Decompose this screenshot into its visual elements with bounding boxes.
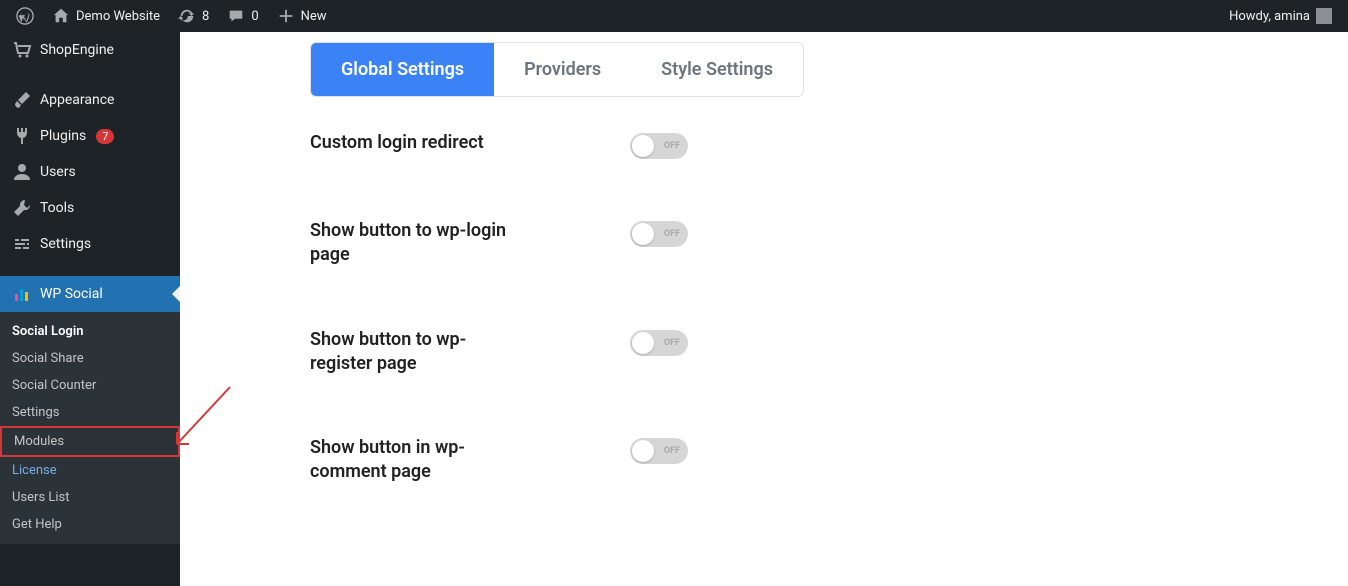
sidebar-item-appearance[interactable]: Appearance bbox=[0, 82, 180, 118]
comment-icon bbox=[227, 7, 245, 25]
submenu-license[interactable]: License bbox=[0, 457, 180, 484]
comments-link[interactable]: 0 bbox=[219, 0, 266, 32]
sidebar-item-tools[interactable]: Tools bbox=[0, 190, 180, 226]
submenu-get-help[interactable]: Get Help bbox=[0, 511, 180, 538]
sidebar-item-users[interactable]: Users bbox=[0, 154, 180, 190]
wordpress-icon bbox=[16, 7, 34, 25]
submenu-users-list[interactable]: Users List bbox=[0, 484, 180, 511]
setting-label: Show button to wp-login page bbox=[310, 219, 510, 268]
plugins-badge: 7 bbox=[96, 129, 114, 144]
toggle-state: OFF bbox=[664, 141, 680, 151]
avatar bbox=[1316, 8, 1332, 24]
sidebar-item-label: Plugins bbox=[40, 128, 86, 144]
new-link[interactable]: New bbox=[269, 0, 335, 32]
toggle-knob bbox=[632, 440, 654, 462]
sidebar-item-wpsocial[interactable]: WP Social bbox=[0, 276, 180, 312]
toggle-wp-register[interactable]: OFF bbox=[630, 330, 688, 356]
sidebar-item-label: Appearance bbox=[40, 92, 114, 108]
sidebar-item-plugins[interactable]: Plugins 7 bbox=[0, 118, 180, 154]
refresh-icon bbox=[178, 7, 196, 25]
content-area: Global Settings Providers Style Settings… bbox=[180, 32, 1348, 586]
toggle-state: OFF bbox=[664, 229, 680, 239]
setting-custom-login-redirect: Custom login redirect OFF bbox=[310, 97, 1348, 159]
site-title: Demo Website bbox=[76, 9, 160, 24]
sliders-icon bbox=[12, 234, 32, 254]
site-link[interactable]: Demo Website bbox=[44, 0, 168, 32]
toggle-state: OFF bbox=[664, 338, 680, 348]
tab-style-settings[interactable]: Style Settings bbox=[631, 43, 803, 96]
toggle-custom-login-redirect[interactable]: OFF bbox=[630, 133, 688, 159]
submenu-settings[interactable]: Settings bbox=[0, 399, 180, 426]
chart-icon bbox=[12, 284, 32, 304]
toggle-knob bbox=[632, 223, 654, 245]
sidebar-item-label: WP Social bbox=[40, 286, 103, 302]
sidebar-item-settings[interactable]: Settings bbox=[0, 226, 180, 262]
user-menu[interactable]: Howdy, amina bbox=[1221, 0, 1340, 32]
wp-logo[interactable] bbox=[8, 0, 42, 32]
sidebar-item-label: Tools bbox=[40, 200, 74, 216]
submenu-modules[interactable]: Modules bbox=[0, 426, 180, 457]
brush-icon bbox=[12, 90, 32, 110]
submenu-social-share[interactable]: Social Share bbox=[0, 345, 180, 372]
setting-wp-login: Show button to wp-login page OFF bbox=[310, 159, 1348, 268]
setting-label: Show button in wp-comment page bbox=[310, 436, 510, 485]
sidebar-item-label: Settings bbox=[40, 236, 91, 252]
setting-wp-comment: Show button in wp-comment page OFF bbox=[310, 376, 1348, 485]
toggle-wp-login[interactable]: OFF bbox=[630, 221, 688, 247]
sidebar-item-label: Users bbox=[40, 164, 76, 180]
new-label: New bbox=[301, 9, 327, 24]
home-icon bbox=[52, 7, 70, 25]
toggle-knob bbox=[632, 135, 654, 157]
tab-global-settings[interactable]: Global Settings bbox=[311, 43, 494, 96]
toggle-wp-comment[interactable]: OFF bbox=[630, 438, 688, 464]
submenu-social-counter[interactable]: Social Counter bbox=[0, 372, 180, 399]
setting-wp-register: Show button to wp-register page OFF bbox=[310, 268, 1348, 377]
plug-icon bbox=[12, 126, 32, 146]
admin-sidebar: ShopEngine Appearance Plugins 7 Users To… bbox=[0, 32, 180, 586]
toggle-knob bbox=[632, 332, 654, 354]
setting-label: Show button to wp-register page bbox=[310, 328, 510, 377]
setting-label: Custom login redirect bbox=[310, 131, 510, 155]
admin-bar: Demo Website 8 0 New Howdy, amina bbox=[0, 0, 1348, 32]
wrench-icon bbox=[12, 198, 32, 218]
sidebar-item-label: ShopEngine bbox=[40, 42, 114, 58]
howdy-text: Howdy, amina bbox=[1229, 9, 1310, 24]
plus-icon bbox=[277, 7, 295, 25]
sidebar-item-shopengine[interactable]: ShopEngine bbox=[0, 32, 180, 68]
updates-link[interactable]: 8 bbox=[170, 0, 217, 32]
cart-icon bbox=[12, 40, 32, 60]
tab-providers[interactable]: Providers bbox=[494, 43, 631, 96]
toggle-state: OFF bbox=[664, 446, 680, 456]
settings-tabs: Global Settings Providers Style Settings bbox=[310, 42, 804, 97]
submenu-social-login[interactable]: Social Login bbox=[0, 318, 180, 345]
user-icon bbox=[12, 162, 32, 182]
comments-count: 0 bbox=[251, 9, 258, 24]
wpsocial-submenu: Social Login Social Share Social Counter… bbox=[0, 312, 180, 544]
updates-count: 8 bbox=[202, 9, 209, 24]
